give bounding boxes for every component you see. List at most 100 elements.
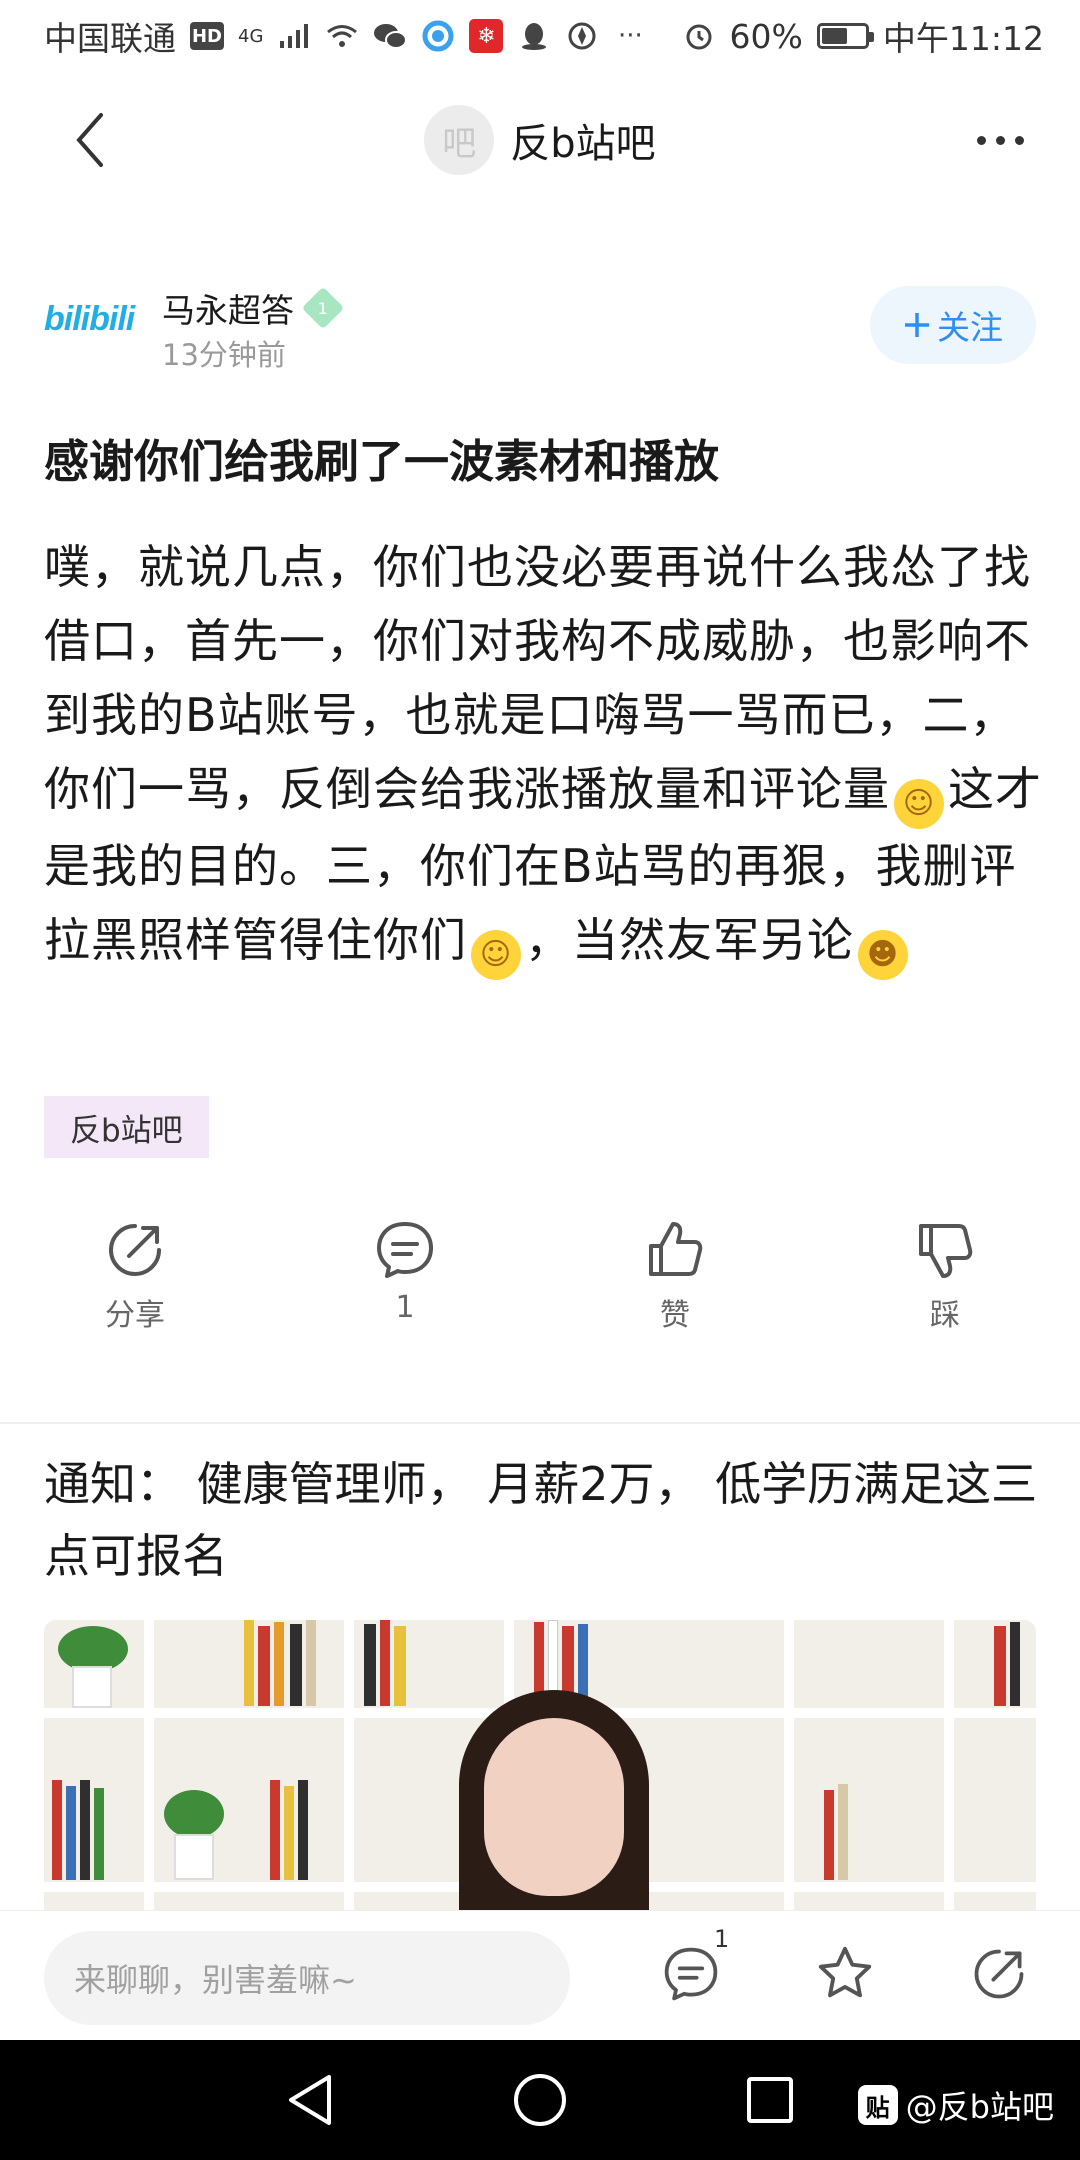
book-spine (994, 1626, 1006, 1706)
shelf-board (944, 1620, 954, 1920)
book-spine (94, 1788, 104, 1880)
author-row: bilibili 马永超答 1 13分钟前 关注 (44, 280, 1036, 380)
back-button[interactable] (60, 108, 120, 172)
hd-badge: HD (190, 22, 224, 50)
author-avatar[interactable]: bilibili (44, 300, 164, 350)
battery-icon (816, 23, 874, 49)
signal-icon (277, 19, 311, 53)
thumbs-up-icon (649, 1222, 703, 1276)
section-divider (0, 1422, 1080, 1424)
comment-button[interactable]: 1 (270, 1218, 540, 1338)
book-spine (1010, 1622, 1020, 1706)
book-spine (66, 1786, 76, 1880)
plant-pot (72, 1666, 112, 1708)
author-name-group: 马永超答 1 (162, 284, 345, 332)
book-spine (284, 1786, 294, 1880)
like-label: 赞 (660, 1298, 690, 1333)
author-name[interactable]: 马永超答 (162, 284, 294, 332)
book-spine (380, 1620, 390, 1706)
more-dot-icon (995, 135, 1005, 145)
thumbs-down-icon (919, 1224, 973, 1278)
book-spine (824, 1790, 834, 1880)
post-time: 13分钟前 (162, 338, 286, 372)
clock: 中午11:12 (882, 19, 1044, 58)
laugh-emoji-icon: ☻ (858, 930, 908, 980)
triangle-back-icon (289, 2075, 331, 2125)
nav-home-button[interactable] (510, 2070, 570, 2130)
star-icon (818, 1946, 872, 1998)
bottom-share-button[interactable] (964, 1939, 1034, 2009)
qq-icon (517, 19, 551, 53)
book-spine (394, 1626, 406, 1706)
carrier-name: 中国联通 (44, 19, 176, 58)
plant-pot (174, 1834, 214, 1880)
book-spine (838, 1784, 848, 1880)
plant-leaves (164, 1790, 224, 1838)
bottom-comment-button[interactable] (656, 1939, 726, 2009)
book-spine (298, 1780, 308, 1880)
tieba-watermark: 贴 @反b站吧 (857, 2082, 1054, 2128)
book-spine (270, 1780, 280, 1880)
ad-image[interactable] (44, 1620, 1036, 1920)
post-title: 感谢你们给我刷了一波素材和播放 (44, 435, 720, 488)
follow-label: 关注 (937, 308, 1003, 347)
system-nav-bar: 贴 @反b站吧 (0, 2040, 1080, 2160)
like-button[interactable]: 赞 (540, 1218, 810, 1338)
book-spine (290, 1624, 302, 1706)
network-type: 4G (238, 25, 264, 47)
battery-fill (821, 28, 848, 44)
book-spine (52, 1780, 62, 1880)
square-recents-icon (747, 2077, 793, 2123)
browser-icon (421, 19, 455, 53)
level-number: 1 (317, 298, 329, 318)
alarm-icon (682, 19, 716, 53)
more-dot-icon (1014, 135, 1024, 145)
nav-recents-button[interactable] (740, 2070, 800, 2130)
shelf-board (784, 1620, 794, 1920)
shelf-board (344, 1620, 354, 1920)
comment-count: 1 (395, 1290, 415, 1325)
tieba-logo-icon: 贴 (857, 2085, 898, 2125)
comment-icon (664, 1947, 718, 2001)
location-icon (565, 19, 599, 53)
smile-emoji-icon: ☺ (471, 930, 521, 980)
blush-emoji-icon: ☺ (894, 779, 944, 829)
status-right: 60% 中午11:12 (682, 12, 1044, 60)
book-spine (258, 1626, 270, 1706)
watermark-text: @反b站吧 (905, 2088, 1054, 2126)
status-bar: 中国联通 HD 4G ❄ ··· 60% 中午11:12 (0, 0, 1080, 72)
post-actions: 分享 1 赞 踩 (0, 1218, 1080, 1338)
top-header: 吧 反b站吧 (0, 90, 1080, 190)
circle-home-icon (514, 2074, 566, 2126)
post-body-part: ，当然友军另论 (525, 913, 854, 967)
forum-tag[interactable]: 反b站吧 (44, 1096, 209, 1158)
status-left: 中国联通 HD 4G ❄ ··· (44, 12, 647, 60)
more-notifications-icon: ··· (618, 21, 643, 51)
plus-icon (905, 313, 929, 337)
book-spine (364, 1624, 376, 1706)
nav-back-button[interactable] (280, 2070, 340, 2130)
shelf-board (144, 1620, 154, 1920)
back-arrow-icon (76, 113, 103, 167)
battery-percent: 60% (729, 16, 803, 56)
ad-title[interactable]: 通知： 健康管理师， 月薪2万， 低学历满足这三点可报名 (44, 1448, 1044, 1592)
comment-input[interactable]: 来聊聊，别害羞嘛~ (44, 1931, 570, 2025)
forum-title[interactable]: 吧 反b站吧 (424, 105, 656, 175)
post-body: 噗，就说几点，你们也没必要再说什么我怂了找借口，首先一，你们对我构不成威胁，也影… (44, 530, 1044, 980)
presenter-face (484, 1718, 624, 1896)
share-button[interactable]: 分享 (0, 1218, 270, 1338)
bottom-bar: 来聊聊，别害羞嘛~ 1 (0, 1910, 1080, 2040)
forum-name: 反b站吧 (510, 121, 656, 167)
more-options-button[interactable] (960, 110, 1040, 170)
dislike-button[interactable]: 踩 (810, 1218, 1080, 1338)
dislike-label: 踩 (930, 1298, 960, 1333)
forum-avatar: 吧 (424, 105, 495, 175)
book-spine (80, 1780, 90, 1880)
shopping-app-icon: ❄ (469, 19, 504, 53)
comment-icon (377, 1222, 433, 1278)
post-body-part: 噗，就说几点，你们也没必要再说什么我怂了找借口，首先一，你们对我构不成威胁，也影… (44, 540, 1031, 816)
follow-button[interactable]: 关注 (870, 286, 1036, 364)
book-spine (244, 1620, 254, 1706)
favorite-button[interactable] (810, 1939, 880, 2009)
wechat-icon (373, 19, 408, 53)
